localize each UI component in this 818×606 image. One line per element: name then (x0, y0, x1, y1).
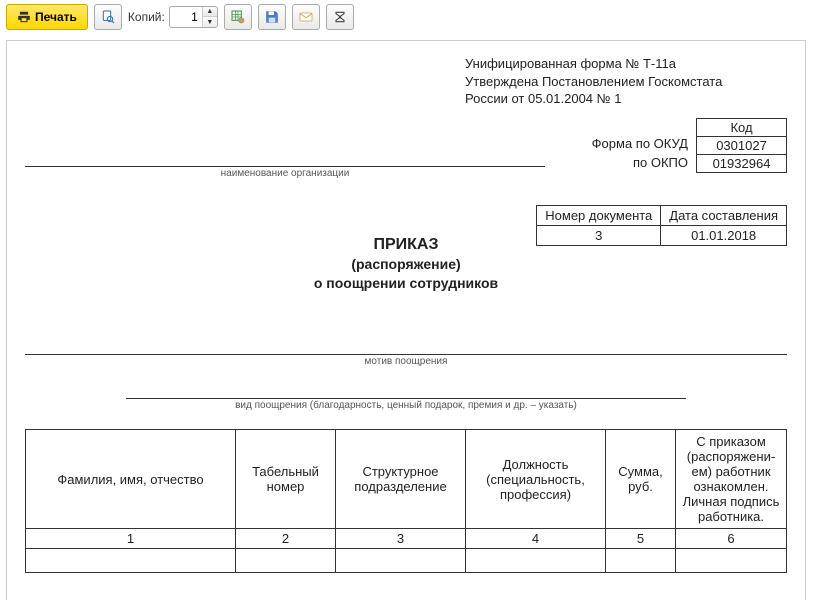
form-note-line: Утверждена Постановлением Госкомстата (465, 73, 787, 91)
save-button[interactable] (258, 4, 286, 30)
toolbar: Печать Копий: ▲ ▼ (0, 0, 818, 34)
copies-spinner[interactable]: ▲ ▼ (169, 6, 218, 28)
doc-num-header: Номер документа (537, 205, 661, 225)
printer-icon (17, 10, 31, 24)
print-label: Печать (35, 10, 77, 24)
org-caption: наименование организации (25, 168, 545, 179)
kind-underline (126, 397, 686, 399)
sigma-icon (332, 9, 348, 25)
table-colnum: 6 (676, 529, 787, 549)
table-colnum: 5 (606, 529, 676, 549)
form-note-line: Унифицированная форма № Т-11а (465, 55, 787, 73)
doc-date-header: Дата составления (661, 205, 787, 225)
grid-gear-icon (230, 9, 246, 25)
spinner-down[interactable]: ▼ (203, 17, 217, 28)
table-settings-button[interactable] (224, 4, 252, 30)
codes-table: Код 0301027 01932964 (696, 118, 787, 173)
preview-button[interactable] (94, 4, 122, 30)
kind-caption: вид поощрения (благодарность, ценный под… (25, 400, 787, 411)
doc-num-value: 3 (537, 225, 661, 245)
org-underline (25, 165, 545, 167)
table-row (26, 549, 787, 573)
copies-input[interactable] (170, 10, 202, 24)
title-line-3: о поощрении сотрудников (25, 274, 787, 293)
okud-value: 0301027 (697, 136, 787, 154)
table-colnum: 4 (466, 529, 606, 549)
form-note-line: России от 05.01.2004 № 1 (465, 90, 787, 108)
table-colnum: 2 (236, 529, 336, 549)
okpo-label: по ОКПО (592, 153, 688, 173)
main-table: Фамилия, имя, отчество Табельный номер С… (25, 429, 787, 573)
motive-caption: мотив поощрения (25, 356, 787, 367)
sum-button[interactable] (326, 4, 354, 30)
floppy-icon (264, 9, 280, 25)
copies-label: Копий: (128, 10, 165, 24)
table-header-row: Фамилия, имя, отчество Табельный номер С… (26, 430, 787, 529)
table-colnum: 1 (26, 529, 236, 549)
table-header: Сумма, руб. (606, 430, 676, 529)
table-header: Должность (специальность, профессия) (466, 430, 606, 529)
motive-underline (25, 353, 787, 355)
kind-block: вид поощрения (благодарность, ценный под… (25, 397, 787, 411)
table-header: Табельный номер (236, 430, 336, 529)
document-page: Унифицированная форма № Т-11а Утверждена… (6, 40, 806, 600)
copies-group: Копий: ▲ ▼ (128, 6, 218, 28)
send-mail-button[interactable] (292, 4, 320, 30)
print-button[interactable]: Печать (6, 4, 88, 30)
org-block: наименование организации (25, 165, 545, 179)
table-header: Структурное подразделение (336, 430, 466, 529)
form-note: Унифицированная форма № Т-11а Утверждена… (465, 55, 787, 108)
motive-block: мотив поощрения (25, 353, 787, 367)
okud-label: Форма по ОКУД (592, 134, 688, 154)
table-header: Фамилия, имя, отчество (26, 430, 236, 529)
envelope-icon (298, 9, 314, 25)
table-number-row: 1 2 3 4 5 6 (26, 529, 787, 549)
magnifier-page-icon (100, 9, 116, 25)
doc-date-value: 01.01.2018 (661, 225, 787, 245)
okpo-value: 01932964 (697, 154, 787, 172)
spinner-up[interactable]: ▲ (203, 6, 217, 17)
table-colnum: 3 (336, 529, 466, 549)
codes-header: Код (697, 118, 787, 136)
table-header: С приказом (распоряжени-ем) работник озн… (676, 430, 787, 529)
title-line-2: (распоряжение) (25, 255, 787, 274)
